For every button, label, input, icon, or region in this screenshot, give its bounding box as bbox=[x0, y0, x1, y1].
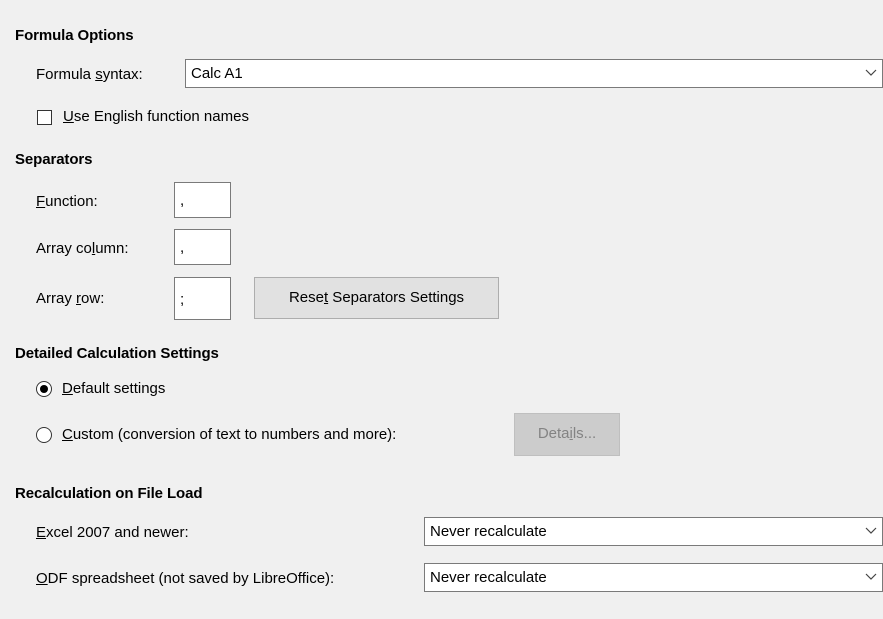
formula-syntax-label: Formula syntax: bbox=[36, 66, 143, 83]
odf-recalc-label: ODF spreadsheet (not saved by LibreOffic… bbox=[36, 570, 335, 587]
english-function-names-label[interactable]: Use English function names bbox=[63, 108, 249, 125]
default-settings-radio[interactable] bbox=[36, 381, 52, 397]
function-separator-label: Function: bbox=[36, 193, 98, 210]
array-row-value: ; bbox=[180, 291, 185, 308]
custom-settings-radio[interactable] bbox=[36, 427, 52, 443]
detailed-calculation-heading: Detailed Calculation Settings bbox=[15, 345, 219, 362]
english-function-names-checkbox[interactable] bbox=[37, 110, 52, 125]
array-column-label: Array column: bbox=[36, 240, 129, 257]
details-button[interactable]: Details... bbox=[514, 413, 620, 456]
excel-recalc-dropdown[interactable]: Never recalculate bbox=[424, 517, 883, 546]
chevron-down-icon[interactable] bbox=[859, 564, 882, 591]
array-row-input[interactable]: ; bbox=[174, 277, 231, 320]
array-row-label: Array row: bbox=[36, 290, 105, 307]
odf-recalc-dropdown[interactable]: Never recalculate bbox=[424, 563, 883, 592]
array-column-value: , bbox=[180, 239, 185, 256]
separators-heading: Separators bbox=[15, 151, 93, 168]
odf-recalc-value: Never recalculate bbox=[430, 569, 547, 586]
default-settings-label[interactable]: Default settings bbox=[62, 380, 165, 397]
chevron-down-icon[interactable] bbox=[859, 60, 882, 87]
function-separator-value: , bbox=[180, 192, 185, 209]
radio-selected-dot bbox=[40, 385, 48, 393]
array-column-input[interactable]: , bbox=[174, 229, 231, 265]
formula-options-heading: Formula Options bbox=[15, 27, 134, 44]
formula-options-page: Formula Options Formula syntax: Calc A1 … bbox=[0, 0, 883, 619]
custom-settings-label[interactable]: Custom (conversion of text to numbers an… bbox=[62, 426, 396, 443]
chevron-down-icon[interactable] bbox=[859, 518, 882, 545]
reset-separators-button[interactable]: Reset Separators Settings bbox=[254, 277, 499, 319]
formula-syntax-value: Calc A1 bbox=[191, 65, 243, 82]
excel-recalc-value: Never recalculate bbox=[430, 523, 547, 540]
recalculation-heading: Recalculation on File Load bbox=[15, 485, 203, 502]
excel-recalc-label: Excel 2007 and newer: bbox=[36, 524, 189, 541]
formula-syntax-dropdown[interactable]: Calc A1 bbox=[185, 59, 883, 88]
function-separator-input[interactable]: , bbox=[174, 182, 231, 218]
